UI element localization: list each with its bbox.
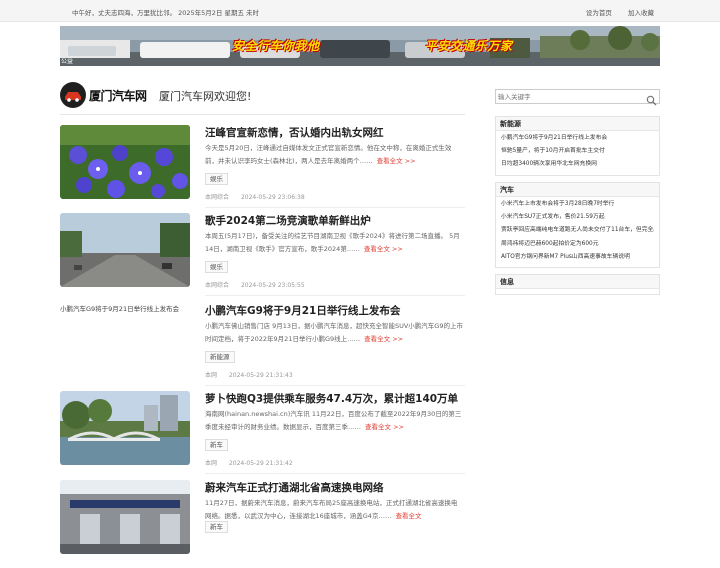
read-more-link[interactable]: 查看全文 >>	[377, 157, 416, 165]
widget-link[interactable]: 小鹏汽车G9将于9月21日举行线上发布会	[501, 132, 654, 145]
article-excerpt-text: 本周五(5月17日)，备受关注的综艺节目湖南卫视《歌手2024》将进行第二场直播…	[205, 232, 460, 253]
banner-street-photo	[60, 26, 660, 66]
article-separator	[205, 385, 465, 386]
article-meta: 本网综合 2024-05-29 23:06:38	[205, 192, 305, 201]
article-excerpt-text: 小鹏汽车佛山销售门店 9月13日，据小鹏汽车消息，超快充全智能SUV小鹏汽车G9…	[205, 322, 463, 343]
article-title[interactable]: 萝卜快跑Q3提供乘车服务47.4万次，累计超140万单	[205, 391, 458, 406]
widget-link[interactable]: 恒驰5量产，将于10月开启首批车主交付	[501, 145, 654, 158]
top-links: 设为首页 加入收藏	[572, 7, 654, 17]
widget-link[interactable]: 小米汽车SU7正式发布，售价21.59万起	[501, 211, 654, 224]
banner-slogan-right: 平安交通乐万家	[425, 39, 513, 53]
article-excerpt: 小鹏汽车佛山销售门店 9月13日，据小鹏汽车消息，超快充全智能SUV小鹏汽车G9…	[205, 320, 463, 345]
widget-link[interactable]: 日均超3400辆次享用华北车网充换网	[501, 158, 654, 171]
widget-link[interactable]: 小米汽车上市发布会将于3月28日晚7时举行	[501, 198, 654, 211]
article-title[interactable]: 歌手2024第二场竞演歌单新鲜出炉	[205, 213, 371, 228]
set-homepage-link[interactable]: 设为首页	[586, 9, 612, 17]
article-source: 本网综合	[205, 282, 230, 289]
banner-corner-label: 公益	[61, 58, 74, 65]
top-bar: 中午好，丈夫志四海，万里犹比邻。 2025年5月2日 星期五 未时 设为首页 加…	[0, 0, 720, 22]
article-excerpt-text: 海南网(hainan.newshai.cn)汽车讯 11月22日，百度公布了截至…	[205, 410, 462, 431]
article-tag[interactable]: 新车	[205, 521, 228, 533]
widget-title: 汽车	[496, 183, 659, 197]
article-meta: 本网 2024-05-29 21:31:43	[205, 370, 293, 379]
article-meta: 本网综合 2024-05-29 23:05:55	[205, 280, 305, 289]
banner[interactable]: 安全行车你我他 平安交通乐万家 公益	[60, 26, 660, 66]
widget-new-energy: 新能源 小鹏汽车G9将于9月21日举行线上发布会 恒驰5量产，将于10月开启首批…	[495, 116, 660, 176]
article-excerpt: 11月27日，据蔚来汽车消息，蔚来汽车布局25座高速换电站，正式打通湖北省高速换…	[205, 497, 463, 522]
read-more-link[interactable]: 查看全文 >>	[364, 335, 403, 343]
article-meta: 本网 2024-05-29 21:31:42	[205, 458, 293, 467]
widget-title: 信息	[496, 275, 659, 289]
site-logo[interactable]: 厦门汽车网	[60, 82, 154, 108]
article-source: 本网	[205, 460, 218, 467]
article-tag[interactable]: 娱乐	[205, 261, 228, 273]
article-thumbnail[interactable]	[60, 391, 190, 465]
article-excerpt: 海南网(hainan.newshai.cn)汽车讯 11月22日，百度公布了截至…	[205, 408, 463, 433]
article-time: 2024-05-29 21:31:42	[228, 460, 293, 467]
article-thumbnail[interactable]	[60, 213, 190, 287]
article-item: 蔚来汽车正式打通湖北省高速换电网络 11月27日，据蔚来汽车消息，蔚来汽车布局2…	[60, 480, 465, 568]
widget-link[interactable]: 贾跃亭回应高端纯电车道跑无人尚未交付了11台车，但完全原创	[501, 224, 654, 237]
article-excerpt: 今天是5月20日，汪峰通过自媒体发文正式官宣新恋情。他在文中称，在离婚正式生效前…	[205, 142, 463, 167]
article-separator	[205, 473, 465, 474]
article-thumbnail[interactable]	[60, 125, 190, 199]
article-excerpt: 本周五(5月17日)，备受关注的综艺节目湖南卫视《歌手2024》将进行第二场直播…	[205, 230, 463, 255]
logo-car-icon	[60, 82, 86, 108]
widget-link[interactable]: 周鸿祎将迈巴赫600起拍价定为600元	[501, 238, 654, 251]
header-divider	[60, 114, 465, 115]
article-thumbnail[interactable]	[60, 480, 190, 554]
read-more-link[interactable]: 查看全文	[395, 512, 421, 520]
read-more-link[interactable]: 查看全文 >>	[364, 245, 403, 253]
sidebar-search	[495, 89, 660, 106]
article-time: 2024-05-29 23:05:55	[240, 282, 305, 289]
article-title[interactable]: 汪峰官宣新恋情，否认婚内出轨女网红	[205, 125, 384, 140]
article-source: 本网	[205, 372, 218, 379]
broken-image-alt[interactable]: 小鹏汽车G9将于9月21日举行线上发布会	[60, 303, 200, 313]
search-input[interactable]	[498, 91, 643, 102]
article-title[interactable]: 蔚来汽车正式打通湖北省高速换电网络	[205, 480, 384, 495]
widget-cars: 汽车 小米汽车上市发布会将于3月28日晚7时举行 小米汽车SU7正式发布，售价2…	[495, 182, 660, 269]
article-item: 萝卜快跑Q3提供乘车服务47.4万次，累计超140万单 海南网(hainan.n…	[60, 391, 465, 479]
article-time: 2024-05-29 21:31:43	[228, 372, 293, 379]
welcome-text: 厦门汽车网欢迎您!	[159, 90, 252, 103]
article-item: 歌手2024第二场竞演歌单新鲜出炉 本周五(5月17日)，备受关注的综艺节目湖南…	[60, 213, 465, 301]
article-title[interactable]: 小鹏汽车G9将于9月21日举行线上发布会	[205, 303, 400, 318]
widget-info: 信息	[495, 274, 660, 295]
article-separator	[205, 295, 465, 296]
article-time: 2024-05-29 23:06:38	[240, 194, 305, 201]
article-tag[interactable]: 娱乐	[205, 173, 228, 185]
banner-slogan-left: 安全行车你我他	[232, 39, 320, 53]
widget-link[interactable]: AITO官方钢问界新M7 Plus山西高速事故车辆说明	[501, 251, 654, 264]
article-item: 小鹏汽车G9将于9月21日举行线上发布会 小鹏汽车G9将于9月21日举行线上发布…	[60, 303, 465, 391]
article-separator	[205, 207, 465, 208]
greeting-text: 中午好，丈夫志四海，万里犹比邻。 2025年5月2日 星期五 未时	[72, 9, 260, 17]
widget-list: 小米汽车上市发布会将于3月28日晚7时举行 小米汽车SU7正式发布，售价21.5…	[496, 197, 659, 267]
logo-text: 厦门汽车网	[89, 89, 147, 103]
widget-title: 新能源	[496, 117, 659, 131]
add-favorite-link[interactable]: 加入收藏	[628, 9, 654, 17]
article-tag[interactable]: 新车	[205, 439, 228, 451]
search-icon[interactable]	[646, 91, 657, 106]
article-tag[interactable]: 新能源	[205, 351, 235, 363]
article-source: 本网综合	[205, 194, 230, 201]
article-item: 汪峰官宣新恋情，否认婚内出轨女网红 今天是5月20日，汪峰通过自媒体发文正式官宣…	[60, 125, 465, 213]
widget-list: 小鹏汽车G9将于9月21日举行线上发布会 恒驰5量产，将于10月开启首批车主交付…	[496, 131, 659, 175]
read-more-link[interactable]: 查看全文 >>	[365, 423, 404, 431]
